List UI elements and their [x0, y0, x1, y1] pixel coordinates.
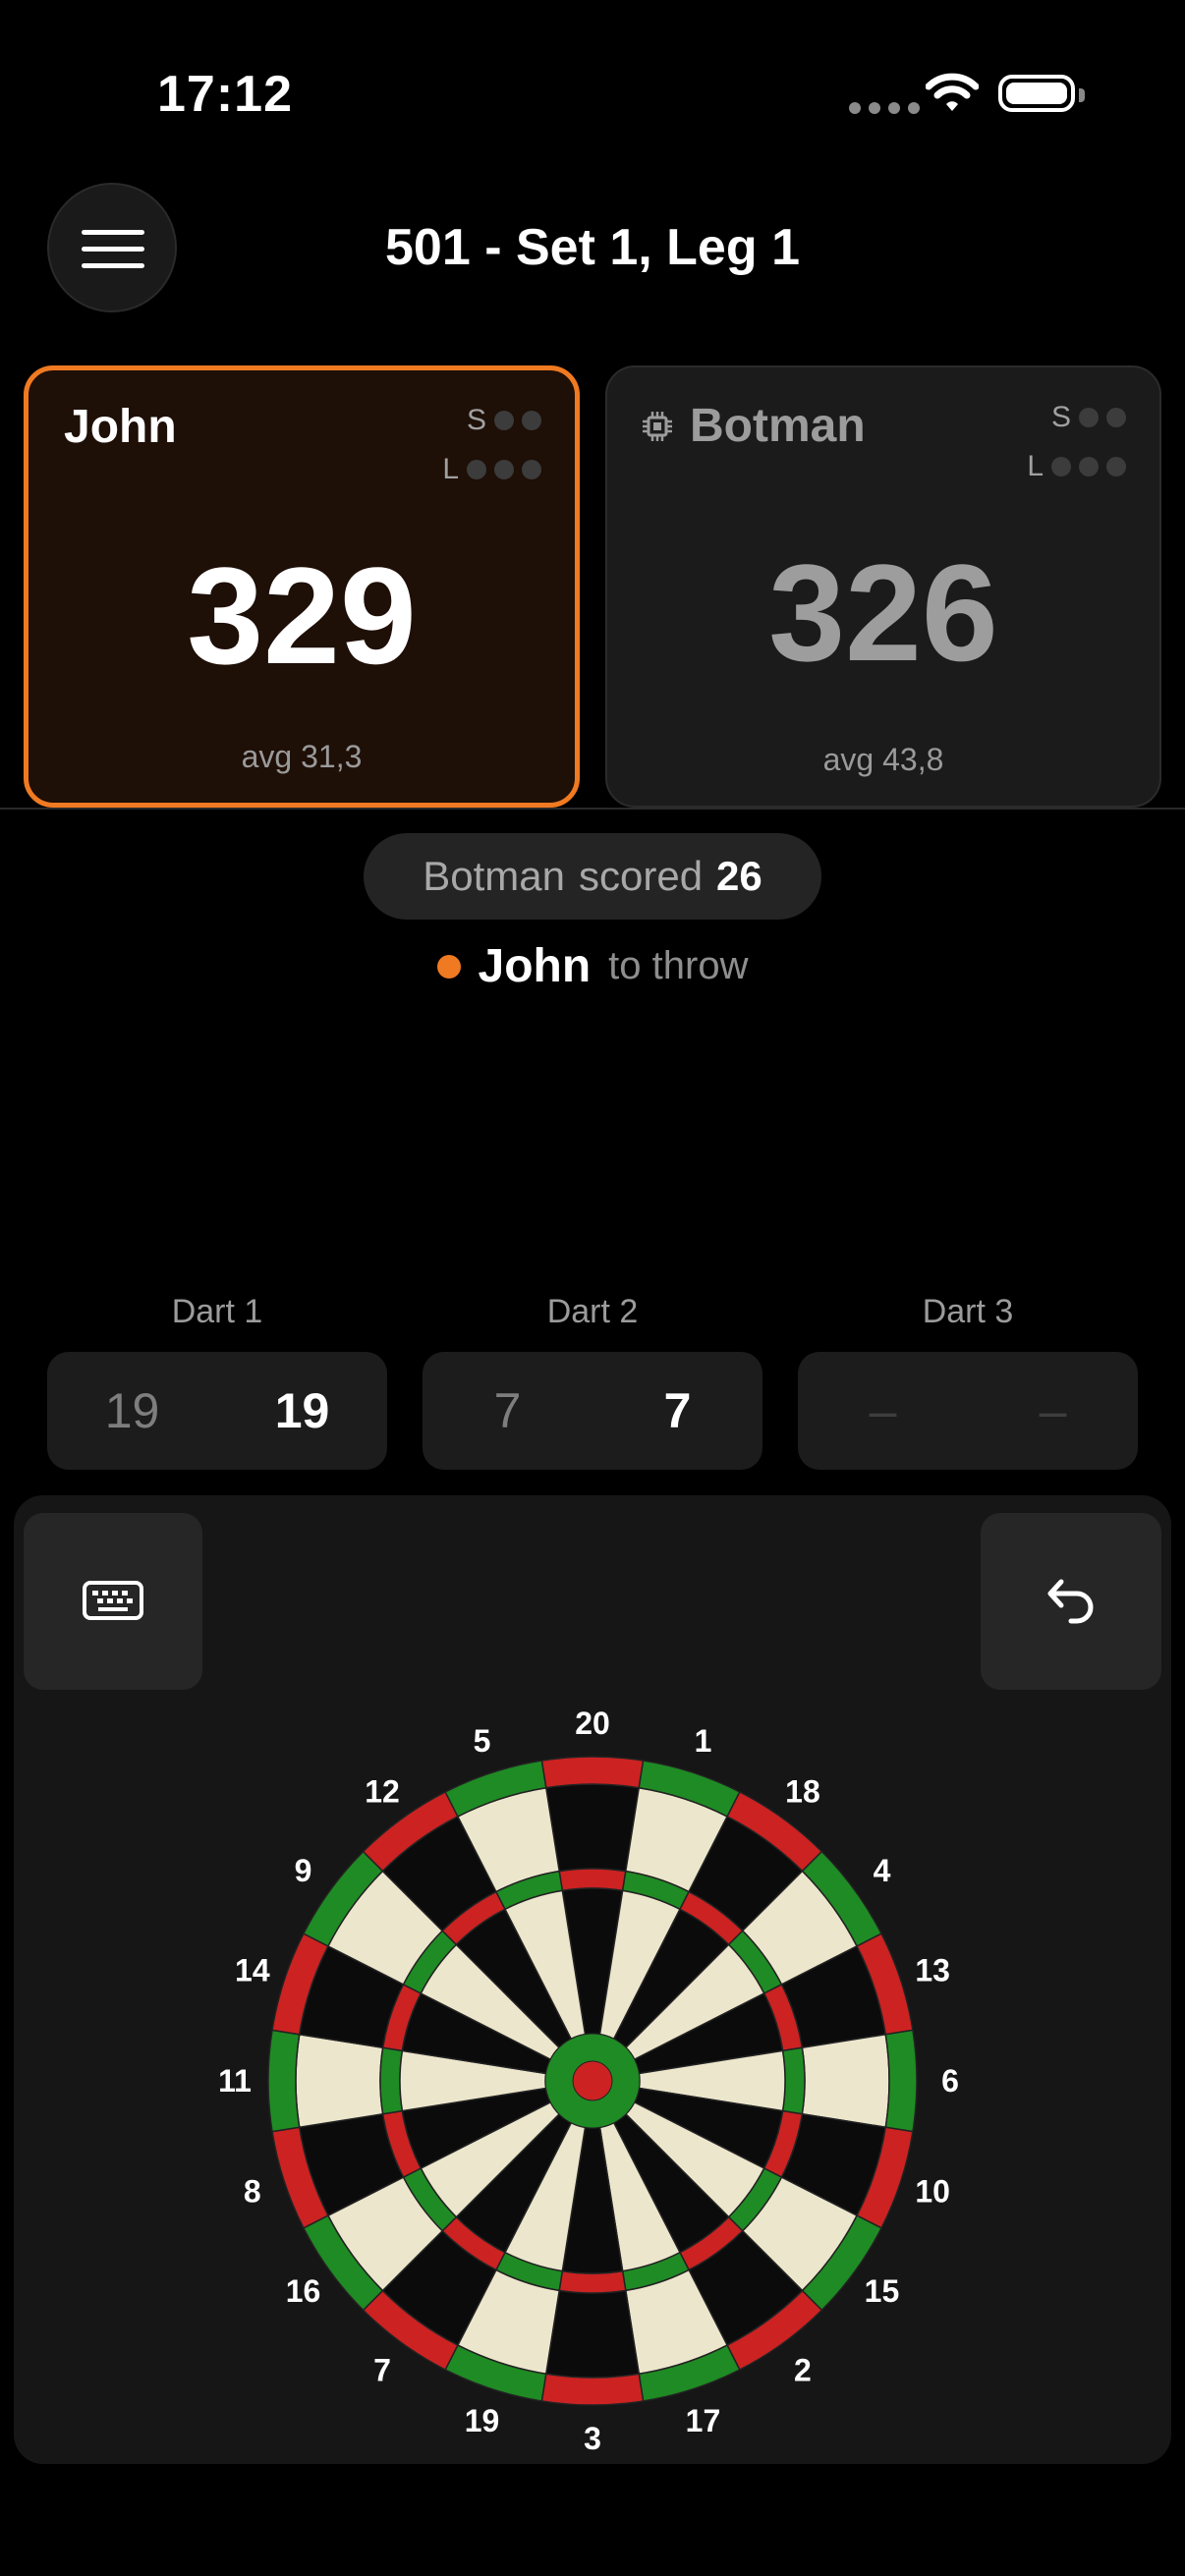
board-number-1: 1 — [695, 1723, 712, 1759]
sets-label: S — [466, 404, 486, 436]
double-3[interactable] — [540, 2373, 645, 2406]
board-number-13: 13 — [915, 1953, 950, 1988]
player-name: John — [64, 401, 177, 453]
board-number-12: 12 — [365, 1774, 400, 1810]
dart-raw: 19 — [104, 1383, 160, 1438]
dart-2-label: Dart 2 — [546, 1293, 639, 1330]
turn-player: John — [478, 940, 592, 992]
board-number-10: 10 — [915, 2173, 950, 2209]
dart-1-slot[interactable]: 19 19 — [47, 1352, 387, 1470]
board-number-17: 17 — [686, 2403, 721, 2438]
turn-dot-icon — [436, 954, 461, 979]
dart-raw: – — [869, 1383, 897, 1438]
outer-single-11[interactable] — [295, 2033, 384, 2129]
board-number-14: 14 — [235, 1953, 270, 1988]
last-score-player: Botman — [423, 853, 565, 899]
dart-2-slot[interactable]: 7 7 — [423, 1352, 762, 1470]
board-number-4: 4 — [874, 1853, 891, 1888]
player-card-john: John S L 329 avg 31,3 — [24, 365, 580, 808]
board-number-11: 11 — [218, 2063, 252, 2099]
page-title: 501 - Set 1, Leg 1 — [385, 219, 800, 276]
triple-20[interactable] — [558, 1868, 627, 1892]
sets-label: S — [1050, 401, 1071, 433]
cellular-signal-icon — [849, 102, 920, 114]
double-20[interactable] — [540, 1756, 645, 1789]
board-number-7: 7 — [373, 2352, 391, 2387]
board-number-19: 19 — [465, 2403, 500, 2438]
player-name-row: Botman — [641, 399, 866, 453]
undo-icon — [1047, 1579, 1094, 1624]
turn-text: to throw — [608, 944, 749, 987]
legs-label: L — [442, 453, 459, 485]
bullseye[interactable] — [572, 2060, 613, 2101]
legs-label: L — [1027, 450, 1044, 482]
board-number-9: 9 — [295, 1853, 312, 1888]
dart-3-slot[interactable]: – – — [798, 1352, 1138, 1470]
player-name: Botman — [690, 400, 866, 452]
board-number-6: 6 — [941, 2063, 959, 2099]
board-number-5: 5 — [474, 1723, 491, 1759]
turn-indicator: John to throw — [0, 939, 1185, 993]
board-number-3: 3 — [584, 2421, 601, 2456]
dart-value: 19 — [274, 1383, 330, 1438]
last-score-verb: scored — [578, 853, 704, 899]
triple-6[interactable] — [781, 2046, 806, 2115]
player-score: 326 — [768, 535, 998, 690]
last-score-value: 26 — [716, 853, 762, 899]
double-11[interactable] — [267, 2029, 301, 2133]
cpu-chip-icon — [643, 411, 672, 441]
legs-indicator: L — [1027, 450, 1126, 483]
undo-button[interactable] — [981, 1513, 1161, 1690]
legs-indicator: L — [442, 453, 541, 486]
dart-value: 7 — [663, 1383, 692, 1438]
battery-icon — [998, 75, 1085, 112]
divider — [0, 808, 1185, 810]
player-average: avg 43,8 — [822, 742, 944, 777]
sets-indicator: S — [1051, 401, 1126, 434]
board-number-18: 18 — [785, 1774, 820, 1810]
status-time: 17:12 — [157, 66, 293, 123]
board-number-8: 8 — [244, 2173, 261, 2209]
outer-single-6[interactable] — [801, 2033, 890, 2129]
outer-single-3[interactable] — [544, 2289, 641, 2379]
outer-single-20[interactable] — [544, 1783, 641, 1873]
keyboard-icon — [83, 1581, 143, 1620]
wifi-icon — [926, 73, 979, 111]
board-number-16: 16 — [286, 2273, 321, 2309]
keyboard-input-button[interactable] — [24, 1513, 202, 1690]
board-number-20: 20 — [575, 1706, 610, 1741]
sets-indicator: S — [467, 404, 541, 437]
dart-3-label: Dart 3 — [922, 1293, 1014, 1330]
double-6[interactable] — [884, 2029, 918, 2133]
player-card-botman: Botman S L 326 avg 43,8 — [605, 365, 1161, 808]
dartboard[interactable]: 20 1 18 4 13 6 10 15 2 17 3 19 7 16 8 11 14 9 12 5 — [157, 1690, 1028, 2466]
board-number-15: 15 — [865, 2273, 900, 2309]
player-average: avg 31,3 — [241, 739, 363, 774]
dart-value: – — [1039, 1383, 1067, 1438]
dart-raw: 7 — [493, 1383, 522, 1438]
last-score-badge: Botman scored 26 — [364, 833, 821, 920]
triple-3[interactable] — [558, 2269, 627, 2294]
triple-11[interactable] — [379, 2046, 404, 2115]
player-score: 329 — [187, 538, 417, 693]
dart-1-label: Dart 1 — [171, 1293, 263, 1330]
board-number-2: 2 — [794, 2352, 812, 2387]
